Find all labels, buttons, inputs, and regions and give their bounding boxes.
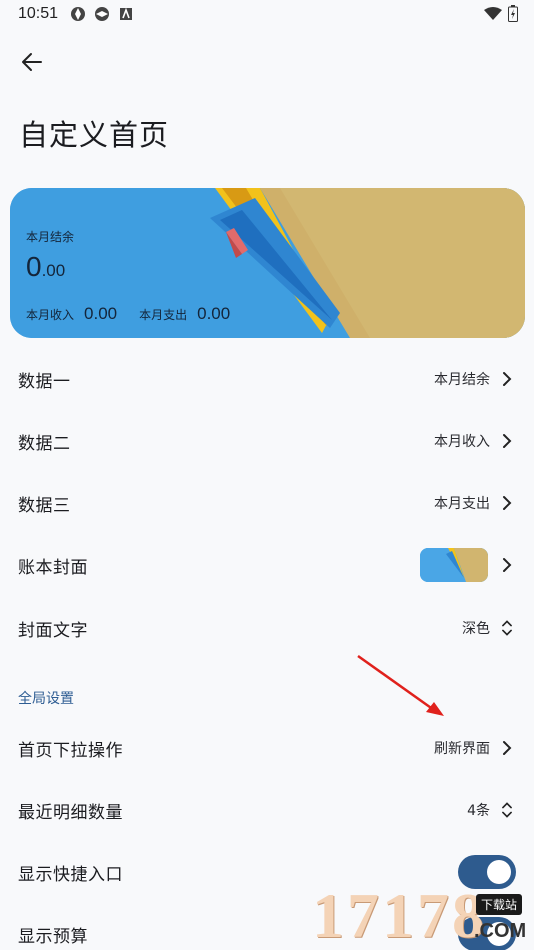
expense-label: 本月支出 [139,308,188,322]
setting-title: 数据一 [18,371,71,392]
setting-title: 数据二 [18,433,71,454]
app-notification-icon [95,7,110,21]
app-notification-icon [71,7,86,21]
setting-title: 最近明细数量 [18,802,123,823]
balance-decimal: .00 [41,261,66,280]
section-header-global: 全局设置 [18,691,74,707]
cover-thumbnail-image [420,548,488,582]
wifi-icon [484,6,502,20]
chevron-up-down-icon [502,802,512,818]
balance-amount: 0.00 [26,251,74,283]
watermark-suffix: .COM [474,920,527,942]
income-label: 本月收入 [26,308,75,322]
status-time: 10:51 [18,5,59,22]
setting-row-pull-action[interactable]: 首页下拉操作 刷新界面 [0,717,534,779]
setting-title: 首页下拉操作 [18,740,123,761]
chevron-right-icon [503,558,512,572]
chevron-right-icon [503,372,512,386]
setting-title: 封面文字 [18,620,88,641]
setting-value: 4条 [467,803,490,819]
cover-thumbnail [420,548,488,582]
cover-balance-block: 本月结余 0.00 [26,228,74,283]
expense-value: 0.00 [197,304,231,323]
setting-value: 深色 [462,621,490,637]
setting-value: 本月结余 [434,372,490,388]
setting-value: 本月支出 [434,496,490,512]
back-button[interactable] [16,46,48,78]
status-bar: 10:51 [0,0,534,28]
setting-title: 账本封面 [18,557,88,578]
watermark-digits: 17178 [312,880,487,950]
balance-integer: 0 [26,251,42,282]
cover-preview-card: 本月结余 0.00 本月收入 0.00 本月支出 0.00 [10,188,525,338]
setting-row-cover-image[interactable]: 账本封面 [0,534,534,596]
watermark-tag: 下载站 [476,894,523,915]
battery-icon [508,5,518,22]
arrow-left-icon [22,53,42,71]
chevron-right-icon [503,434,512,448]
site-watermark: 17178 下载站 .COM [308,880,534,950]
income-value: 0.00 [84,304,118,323]
annotation-arrow [357,654,444,716]
balance-label: 本月结余 [26,230,75,244]
chevron-right-icon [503,496,512,510]
setting-row-recent-count[interactable]: 最近明细数量 4条 [0,779,534,841]
cover-summary-row: 本月收入 0.00 本月支出 0.00 [26,304,252,324]
setting-row-cover-text[interactable]: 封面文字 深色 [0,597,534,659]
setting-value: 本月收入 [434,434,490,450]
chevron-right-icon [503,741,512,755]
setting-row-data1[interactable]: 数据一 本月结余 [0,348,534,410]
chevron-up-down-icon [502,620,512,636]
setting-row-data3[interactable]: 数据三 本月支出 [0,472,534,534]
setting-row-data2[interactable]: 数据二 本月收入 [0,410,534,472]
setting-value: 刷新界面 [434,741,490,757]
page-title: 自定义首页 [19,118,170,152]
a-notification-icon [120,7,133,20]
setting-title: 数据三 [18,495,71,516]
